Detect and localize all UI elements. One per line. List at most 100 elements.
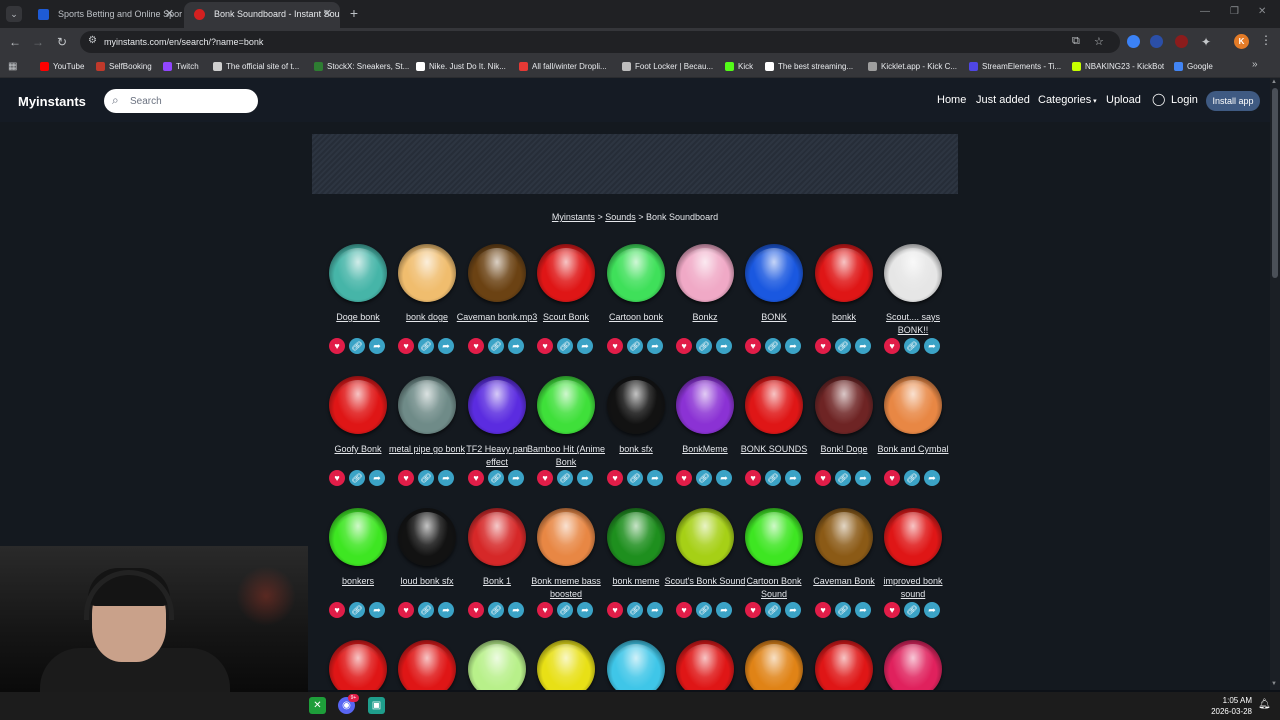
share-icon[interactable]: ➦ xyxy=(577,338,593,354)
heart-icon[interactable]: ♥ xyxy=(745,338,761,354)
heart-icon[interactable]: ♥ xyxy=(468,338,484,354)
share-icon[interactable]: ➦ xyxy=(785,338,801,354)
link-icon[interactable]: 🔗︎ xyxy=(765,602,781,618)
bookmark-item[interactable]: NBAKING23 - KickBot xyxy=(1072,56,1164,77)
share-icon[interactable]: ➦ xyxy=(855,470,871,486)
sound-play-button[interactable] xyxy=(607,376,665,434)
bookmark-item[interactable]: Kicklet.app - Kick C... xyxy=(868,56,957,77)
sound-play-button[interactable] xyxy=(676,508,734,566)
nav-upload[interactable]: Upload xyxy=(1106,94,1141,106)
minimize-icon[interactable]: — xyxy=(1200,6,1210,17)
link-icon[interactable]: 🔗︎ xyxy=(696,338,712,354)
link-icon[interactable]: 🔗︎ xyxy=(627,338,643,354)
share-icon[interactable]: ➦ xyxy=(855,602,871,618)
heart-icon[interactable]: ♥ xyxy=(329,602,345,618)
menu-kebab-icon[interactable]: ⋮ xyxy=(1260,33,1272,47)
bookmark-item[interactable]: Google xyxy=(1174,56,1213,77)
sound-play-button[interactable] xyxy=(607,640,665,690)
window-close-icon[interactable]: ✕ xyxy=(1258,6,1266,17)
restore-icon[interactable]: ❐ xyxy=(1230,6,1239,17)
sound-play-button[interactable] xyxy=(884,640,942,690)
heart-icon[interactable]: ♥ xyxy=(745,470,761,486)
heart-icon[interactable]: ♥ xyxy=(537,470,553,486)
scrollbar-thumb[interactable] xyxy=(1272,88,1278,278)
extension-icon[interactable] xyxy=(1150,35,1163,48)
link-icon[interactable]: 🔗︎ xyxy=(765,470,781,486)
link-icon[interactable]: 🔗︎ xyxy=(418,338,434,354)
sound-play-button[interactable] xyxy=(537,640,595,690)
heart-icon[interactable]: ♥ xyxy=(398,602,414,618)
heart-icon[interactable]: ♥ xyxy=(398,338,414,354)
bookmark-item[interactable]: The best streaming... xyxy=(765,56,853,77)
heart-icon[interactable]: ♥ xyxy=(815,602,831,618)
sound-title-link[interactable]: Scout.... says BONK!! xyxy=(872,311,954,337)
notification-bell-icon[interactable]: 🔔︎ xyxy=(1258,699,1271,710)
sound-play-button[interactable] xyxy=(884,508,942,566)
sound-play-button[interactable] xyxy=(398,376,456,434)
close-icon[interactable]: ✕ xyxy=(165,2,174,26)
sound-play-button[interactable] xyxy=(468,244,526,302)
install-app-icon[interactable]: ⧉ xyxy=(1072,35,1080,48)
heart-icon[interactable]: ♥ xyxy=(468,470,484,486)
link-icon[interactable]: 🔗︎ xyxy=(835,338,851,354)
close-icon[interactable]: ✕ xyxy=(323,2,332,26)
breadcrumb-sounds[interactable]: Sounds xyxy=(605,212,636,222)
user-circle-icon[interactable]: ◯ xyxy=(1152,92,1165,106)
share-icon[interactable]: ➦ xyxy=(577,602,593,618)
system-clock[interactable]: 1:05 AM 2026-03-28 xyxy=(1196,695,1252,717)
share-icon[interactable]: ➦ xyxy=(647,470,663,486)
reload-icon[interactable]: ↻ xyxy=(54,34,70,50)
bookmark-item[interactable]: Kick xyxy=(725,56,753,77)
nav-login[interactable]: Login xyxy=(1171,94,1198,106)
bookmark-item[interactable]: YouTube xyxy=(40,56,84,77)
heart-icon[interactable]: ♥ xyxy=(329,338,345,354)
heart-icon[interactable]: ♥ xyxy=(607,470,623,486)
heart-icon[interactable]: ♥ xyxy=(884,602,900,618)
sound-play-button[interactable] xyxy=(745,640,803,690)
share-icon[interactable]: ➦ xyxy=(855,338,871,354)
link-icon[interactable]: 🔗︎ xyxy=(835,470,851,486)
breadcrumb-myinstants[interactable]: Myinstants xyxy=(552,212,595,222)
sound-play-button[interactable] xyxy=(676,640,734,690)
bookmark-item[interactable]: All fall/winter Dropli... xyxy=(519,56,607,77)
sound-play-button[interactable] xyxy=(676,376,734,434)
share-icon[interactable]: ➦ xyxy=(716,470,732,486)
link-icon[interactable]: 🔗︎ xyxy=(349,470,365,486)
sound-play-button[interactable] xyxy=(398,640,456,690)
link-icon[interactable]: 🔗︎ xyxy=(904,338,920,354)
sound-play-button[interactable] xyxy=(607,244,665,302)
sound-play-button[interactable] xyxy=(468,376,526,434)
sound-play-button[interactable] xyxy=(745,376,803,434)
sound-play-button[interactable] xyxy=(537,376,595,434)
link-icon[interactable]: 🔗︎ xyxy=(488,602,504,618)
tab-sports-betting[interactable]: Sports Betting and Online Sports ✕ xyxy=(28,2,182,28)
search-input[interactable] xyxy=(130,92,250,110)
link-icon[interactable]: 🔗︎ xyxy=(349,602,365,618)
forward-icon[interactable]: → xyxy=(30,34,46,50)
nav-just-added[interactable]: Just added xyxy=(976,94,1030,106)
share-icon[interactable]: ➦ xyxy=(438,338,454,354)
sound-play-button[interactable] xyxy=(884,376,942,434)
bookmark-star-icon[interactable]: ☆ xyxy=(1094,35,1104,48)
bookmark-item[interactable]: Foot Locker | Becau... xyxy=(622,56,713,77)
heart-icon[interactable]: ♥ xyxy=(607,338,623,354)
heart-icon[interactable]: ♥ xyxy=(676,470,692,486)
bookmark-item[interactable]: StreamElements - Ti... xyxy=(969,56,1061,77)
sound-play-button[interactable] xyxy=(607,508,665,566)
share-icon[interactable]: ➦ xyxy=(785,470,801,486)
heart-icon[interactable]: ♥ xyxy=(537,338,553,354)
new-tab-button[interactable]: + xyxy=(346,4,362,22)
back-icon[interactable]: ← xyxy=(7,34,23,50)
heart-icon[interactable]: ♥ xyxy=(676,602,692,618)
bookmark-item[interactable]: StockX: Sneakers, St... xyxy=(314,56,409,77)
link-icon[interactable]: 🔗︎ xyxy=(557,470,573,486)
heart-icon[interactable]: ♥ xyxy=(815,338,831,354)
heart-icon[interactable]: ♥ xyxy=(676,338,692,354)
tab-bonk-soundboard[interactable]: Bonk Soundboard - Instant Sou ✕ xyxy=(184,2,340,28)
share-icon[interactable]: ➦ xyxy=(924,338,940,354)
sound-play-button[interactable] xyxy=(745,244,803,302)
sound-play-button[interactable] xyxy=(398,508,456,566)
search-box[interactable]: ⌕ xyxy=(104,89,258,113)
share-icon[interactable]: ➦ xyxy=(716,338,732,354)
share-icon[interactable]: ➦ xyxy=(438,602,454,618)
